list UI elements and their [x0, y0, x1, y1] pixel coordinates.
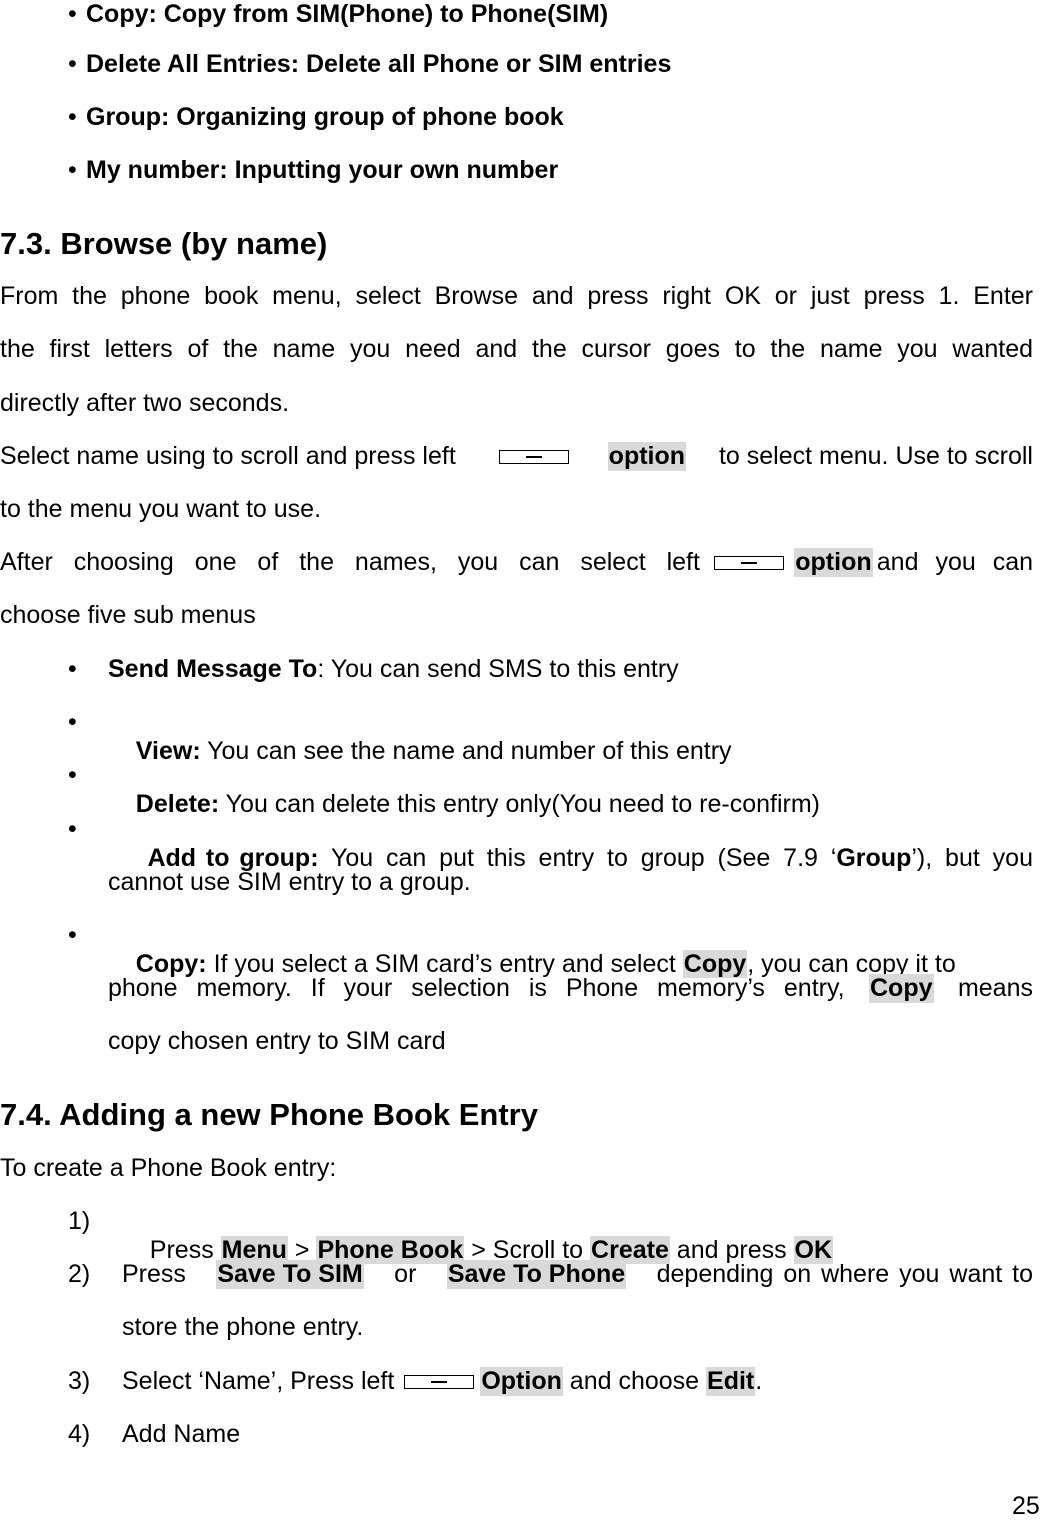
sub-menu-desc: ’), but you	[911, 844, 1033, 872]
step-number: 3)	[68, 1367, 91, 1395]
text-segment: Select ‘Name’, Press left	[122, 1367, 395, 1395]
bullet-dot: •	[68, 103, 77, 131]
key-label-save-to-sim: Save To SIM	[216, 1260, 364, 1289]
key-label-option: Option	[480, 1367, 563, 1396]
bullet-dot: •	[68, 761, 77, 789]
bullet-text: Group: Organizing group of phone book	[86, 103, 564, 131]
section-heading-7-3: 7.3. Browse (by name)	[0, 226, 328, 261]
bullet-dot: •	[68, 655, 77, 683]
key-label-copy: Copy	[869, 974, 934, 1003]
paragraph-line: the first letters of the name you need a…	[0, 335, 1033, 363]
step-item: Press Save To SIM or Save To Phone depen…	[122, 1260, 1033, 1289]
page-number: 25	[1012, 1492, 1040, 1520]
bullet-text: Delete All Entries: Delete all Phone or …	[86, 50, 672, 78]
paragraph-line: From the phone book menu, select Browse …	[0, 282, 1033, 310]
step-item: Add Name	[122, 1420, 241, 1448]
key-label-option: option	[607, 442, 687, 471]
step-number: 2)	[68, 1260, 91, 1288]
step-continuation: store the phone entry.	[122, 1313, 364, 1341]
sub-menu-desc: You can delete this entry only(You need …	[219, 790, 821, 818]
text-segment: phone memory. If your selection is Phone…	[108, 974, 845, 1002]
left-softkey-icon	[714, 555, 785, 570]
bullet-dot: •	[68, 156, 77, 184]
paragraph-line: Select name using to scroll and press le…	[0, 442, 1033, 471]
text-segment: to select menu. Use to scroll	[718, 442, 1033, 470]
section-heading-7-4: 7.4. Adding a new Phone Book Entry	[0, 1097, 538, 1132]
bullet-item: • Group: Organizing group of phone book	[68, 103, 564, 132]
sub-menu-desc-line: cannot use SIM entry to a group.	[108, 868, 471, 896]
bullet-text: Copy: Copy from SIM(Phone) to Phone(SIM)	[86, 0, 609, 28]
bullet-dot: •	[68, 0, 77, 28]
key-label-option: option	[794, 548, 873, 577]
paragraph-line: directly after two seconds.	[0, 389, 290, 417]
sub-menu-term: Delete:	[135, 790, 220, 818]
section-intro: To create a Phone Book entry:	[0, 1154, 337, 1182]
step-number: 4)	[68, 1420, 91, 1448]
text-segment: means	[957, 974, 1033, 1002]
bullet-dot: •	[68, 50, 77, 78]
key-label-save-to-phone: Save To Phone	[446, 1260, 627, 1289]
left-softkey-icon	[404, 1374, 475, 1389]
bullet-item: • Delete All Entries: Delete all Phone or…	[68, 50, 671, 79]
sub-menu-desc-line: phone memory. If your selection is Phone…	[108, 974, 1033, 1003]
left-softkey-icon	[498, 449, 569, 464]
bullet-text: My number: Inputting your own number	[86, 156, 559, 184]
step-item: Select ‘Name’, Press left Option and cho…	[122, 1367, 762, 1396]
sub-menu-term: Send Message To	[108, 655, 318, 683]
sub-menu-desc-line: copy chosen entry to SIM card	[108, 1027, 446, 1055]
bullet-dot: •	[68, 921, 77, 949]
paragraph-line: After choosing one of the names, you can…	[0, 548, 1033, 577]
step-number: 1)	[68, 1207, 91, 1235]
text-segment: or	[394, 1260, 417, 1288]
bullet-item: • My number: Inputting your own number	[68, 156, 558, 185]
text-segment: Press	[122, 1260, 186, 1288]
key-label-edit: Edit	[706, 1367, 756, 1396]
text-segment: .	[755, 1367, 763, 1395]
bullet-dot: •	[68, 708, 77, 736]
paragraph-line: to the menu you want to use.	[0, 495, 322, 523]
text-segment: Select name using to scroll and press le…	[0, 442, 456, 470]
cross-reference: Group	[836, 844, 912, 872]
text-segment: and you can	[876, 548, 1033, 576]
text-segment: depending on where you want to	[656, 1260, 1033, 1288]
paragraph-line: choose five sub menus	[0, 601, 256, 629]
text-segment: and choose	[562, 1367, 707, 1395]
sub-menu-desc: : You can send SMS to this entry	[317, 655, 679, 683]
bullet-item: • Copy: Copy from SIM(Phone) to Phone(SIM…	[68, 0, 608, 29]
bullet-dot: •	[68, 815, 77, 843]
text-segment: After choosing one of the names, you can…	[0, 548, 700, 576]
sub-menu-item: Send Message To: You can send SMS to thi…	[108, 655, 679, 684]
